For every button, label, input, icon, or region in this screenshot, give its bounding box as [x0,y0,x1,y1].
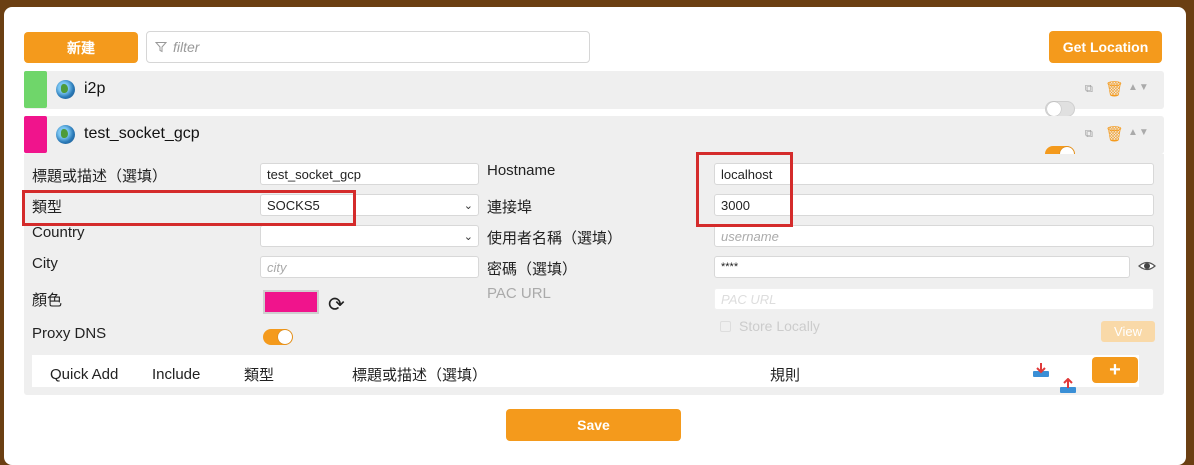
city-input[interactable]: city [260,256,479,278]
country-label: Country [32,224,85,241]
color-label: 顏色 [32,292,63,309]
proxy-dns-label: Proxy DNS [32,325,107,342]
rules-table-header: Quick Add Include 類型 標題或描述（選填） 規則 + [32,355,1139,393]
delete-icon[interactable]: 🗑 [1105,82,1124,97]
store-locally-label: Store Locally [739,318,820,334]
export-icon[interactable] [1059,377,1077,394]
save-button[interactable]: Save [506,409,681,441]
username-input[interactable]: username [714,225,1154,247]
proxy-dns-toggle[interactable] [263,329,293,345]
new-button[interactable]: 新建 [24,32,138,63]
th-rules: 規則 [770,367,801,384]
chevron-down-icon: ⌄ [463,231,473,243]
refresh-color-icon[interactable]: ⟳ [328,295,345,315]
proxy-color-tab [24,71,47,108]
city-label: City [32,255,58,272]
color-picker[interactable] [263,290,319,314]
title-label: 標題或描述（選填） [32,168,168,185]
globe-icon [56,125,75,144]
copy-icon[interactable]: ⧉ [1085,84,1093,95]
chevron-down-icon: ⌄ [463,200,473,212]
store-locally-checkbox [720,321,731,332]
view-button: View [1101,321,1155,342]
move-up-down-icon[interactable]: ▲▼ [1128,128,1150,138]
th-title: 標題或描述（選填） [352,367,488,384]
port-label: 連接埠 [487,199,533,216]
import-icon[interactable] [1032,362,1050,378]
password-label: 密碼（選填） [487,261,578,278]
country-select[interactable]: ⌄ [260,225,479,247]
globe-icon [56,80,75,99]
proxy-enable-toggle[interactable] [1045,101,1075,117]
proxy-color-tab [24,116,47,153]
filter-icon [155,42,167,53]
move-up-down-icon[interactable]: ▲▼ [1128,83,1150,93]
title-input[interactable]: test_socket_gcp [260,163,479,185]
pac-url-input: PAC URL [714,288,1154,310]
hostname-label: Hostname [487,162,556,179]
proxy-name: i2p [84,80,106,97]
th-include: Include [152,366,201,383]
username-label: 使用者名稱（選填） [487,230,623,247]
th-quick-add: Quick Add [50,366,119,383]
get-location-button[interactable]: Get Location [1049,31,1162,63]
th-type: 類型 [244,367,275,384]
main-panel: 新建 filter Get Location i2p ⧉ 🗑 ▲▼ test_s… [4,7,1186,465]
add-rule-button[interactable]: + [1092,357,1138,383]
delete-icon[interactable]: 🗑 [1105,127,1124,142]
pac-url-label: PAC URL [487,285,551,302]
eye-icon[interactable] [1138,258,1156,274]
password-input[interactable]: **** [714,256,1130,278]
filter-input[interactable]: filter [146,31,590,63]
proxy-name: test_socket_gcp [84,125,200,142]
proxy-row-i2p[interactable]: i2p ⧉ 🗑 ▲▼ [24,71,1164,117]
filter-placeholder: filter [173,39,200,55]
hostname-port-highlight-box [696,152,793,227]
proxy-row-test-socket-gcp[interactable]: test_socket_gcp ⧉ 🗑 ▲▼ [24,116,1164,162]
type-highlight-box [22,190,356,226]
copy-icon[interactable]: ⧉ [1085,129,1093,140]
